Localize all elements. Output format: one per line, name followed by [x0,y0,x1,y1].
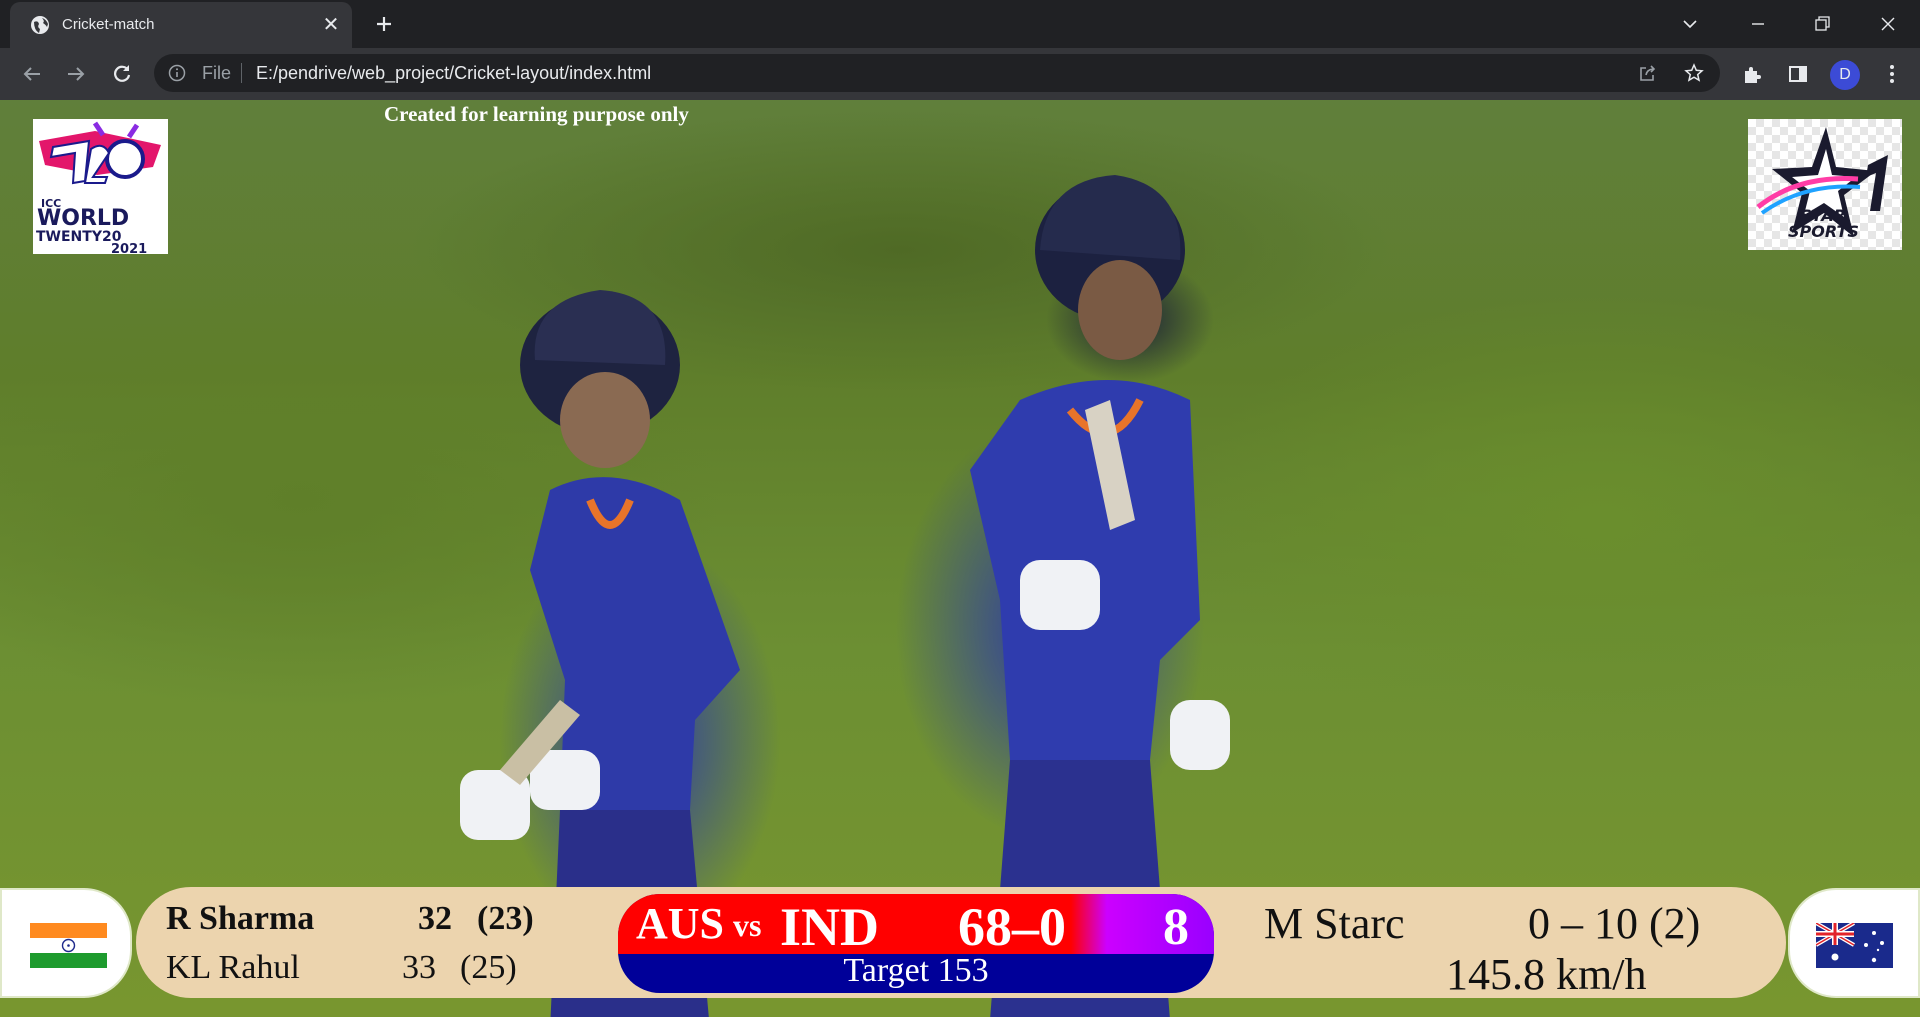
window-close-icon[interactable] [1874,10,1902,38]
star-sports-1-logo: STAR SPORTS [1748,119,1902,250]
url-scheme-label: File [202,63,232,83]
overs-count: 8 [1163,899,1189,956]
address-bar[interactable]: File E:/pendrive/web_project/Cricket-lay… [154,54,1720,92]
svg-text:TWENTY20: TWENTY20 [36,229,122,245]
svg-text:SPORTS: SPORTS [1788,222,1859,241]
team-score: 68–0 [958,897,1066,957]
restore-icon[interactable] [1808,10,1836,38]
team-1-name: AUS [636,899,725,948]
share-icon[interactable] [1638,63,1658,83]
batsman-1-name: R Sharma [166,900,315,937]
batsman-2-balls: (25) [460,949,517,986]
back-arrow-icon[interactable] [20,62,44,86]
puzzle-icon[interactable] [1740,62,1764,86]
forward-arrow-icon[interactable] [64,62,88,86]
browser-tab[interactable]: Cricket-match ✕ [10,2,352,48]
svg-text:WORLD: WORLD [37,206,129,231]
browser-toolbar: File E:/pendrive/web_project/Cricket-lay… [0,48,1920,100]
tab-title: Cricket-match [62,16,155,33]
omnibox-divider [241,63,242,83]
info-icon[interactable] [168,64,186,82]
batsman-1-balls: (23) [477,900,534,937]
australia-flag-badge [1788,888,1920,998]
new-tab-plus-icon[interactable] [372,12,396,36]
tab-close-icon[interactable]: ✕ [320,14,342,36]
match-score-panel: AUS vs IND 68–0 8 Target 153 [618,894,1214,993]
svg-text:2021: 2021 [111,242,147,254]
credit-text: Created for learning purpose only [384,102,689,126]
browser-tab-strip: Cricket-match ✕ [0,0,1920,48]
australia-flag [1816,923,1893,968]
batsman-1-runs: 32 [418,900,452,937]
bowler-name: M Starc [1264,899,1405,948]
minimize-icon[interactable] [1744,10,1772,38]
versus-label: vs [733,907,762,943]
page-viewport: Created for learning purpose only ICC WO… [0,100,1920,1017]
bowler-figures: 0 – 10 (2) [1528,899,1701,948]
target-label: Target 153 [843,952,989,989]
india-flag [30,923,107,968]
globe-icon [31,16,49,34]
tab-search-icon[interactable] [1676,10,1704,38]
more-vert-icon[interactable] [1880,62,1904,86]
batsman-2-runs: 33 [402,949,436,986]
url-text[interactable]: E:/pendrive/web_project/Cricket-layout/i… [256,63,651,84]
star-icon[interactable] [1684,63,1704,83]
reload-icon[interactable] [110,62,134,86]
team-2-name: IND [780,897,880,957]
t20-world-cup-logo: ICC WORLD TWENTY20 2021 [33,119,168,257]
scoreboard: R Sharma 32 (23) KL Rahul 33 (25) AUS vs… [136,887,1786,999]
batsman-right-image [970,175,1230,1017]
score-strip: AUS vs IND 68–0 8 [618,894,1214,957]
ball-speed: 145.8 km/h [1446,950,1647,999]
batsman-2-name: KL Rahul [166,949,300,986]
profile-avatar[interactable]: D [1830,60,1860,90]
side-panel-icon[interactable] [1786,62,1810,86]
india-flag-badge [0,888,132,998]
